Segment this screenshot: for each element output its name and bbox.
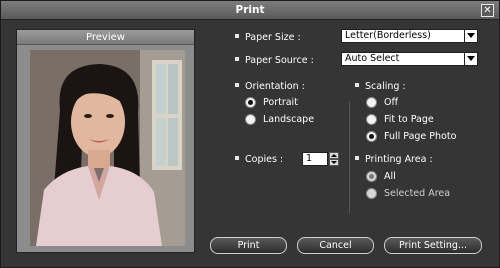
landscape-radio[interactable] <box>245 114 256 125</box>
copies-input[interactable]: 1 <box>302 152 328 166</box>
portrait-label: Portrait <box>263 97 298 108</box>
paper-source-label: Paper Source : <box>235 55 314 66</box>
divider <box>349 101 350 213</box>
paper-source-select[interactable]: Auto Select <box>341 52 478 66</box>
scaling-off-radio[interactable] <box>366 97 377 108</box>
selected-area-radio[interactable] <box>366 188 377 199</box>
landscape-label: Landscape <box>263 114 315 125</box>
preview-panel: Preview <box>16 29 195 253</box>
fit-to-page-label: Fit to Page <box>384 114 434 125</box>
cancel-button[interactable]: Cancel <box>297 237 374 254</box>
full-page-photo-label: Full Page Photo <box>384 131 457 142</box>
printing-area-all-label: All <box>384 171 396 182</box>
copies-label: Copies : <box>235 154 283 165</box>
orientation-label: Orientation : <box>235 81 305 92</box>
scaling-off-label: Off <box>384 97 399 108</box>
portrait-radio[interactable] <box>245 97 256 108</box>
chevron-down-icon <box>464 30 477 42</box>
copies-stepper[interactable]: 1 <box>302 152 340 166</box>
close-icon: ✕ <box>483 5 492 16</box>
paper-size-label: Paper Size : <box>235 32 301 43</box>
title-bar: Print ✕ <box>1 1 499 20</box>
close-button[interactable]: ✕ <box>481 4 494 17</box>
increment-icon[interactable] <box>329 152 339 159</box>
paper-source-value: Auto Select <box>345 53 400 64</box>
decrement-icon[interactable] <box>329 159 339 166</box>
paper-size-select[interactable]: Letter(Borderless) <box>341 29 478 43</box>
print-dialog: Print ✕ Preview Paper Size: Letter(Bord… <box>0 0 500 268</box>
scaling-label: Scaling : <box>355 81 406 92</box>
print-button[interactable]: Print <box>210 237 287 254</box>
dialog-title: Print <box>235 4 265 16</box>
chevron-down-icon <box>464 53 477 65</box>
preview-header: Preview <box>17 30 194 45</box>
fit-to-page-radio[interactable] <box>366 114 377 125</box>
full-page-photo-radio[interactable] <box>366 131 377 142</box>
printing-area-label: Printing Area : <box>355 154 433 165</box>
selected-area-label: Selected Area <box>384 188 451 199</box>
print-setting-button[interactable]: Print Setting... <box>384 237 482 254</box>
preview-photo <box>30 50 185 246</box>
paper-size-value: Letter(Borderless) <box>345 30 431 41</box>
printing-area-all-radio[interactable] <box>366 171 377 182</box>
